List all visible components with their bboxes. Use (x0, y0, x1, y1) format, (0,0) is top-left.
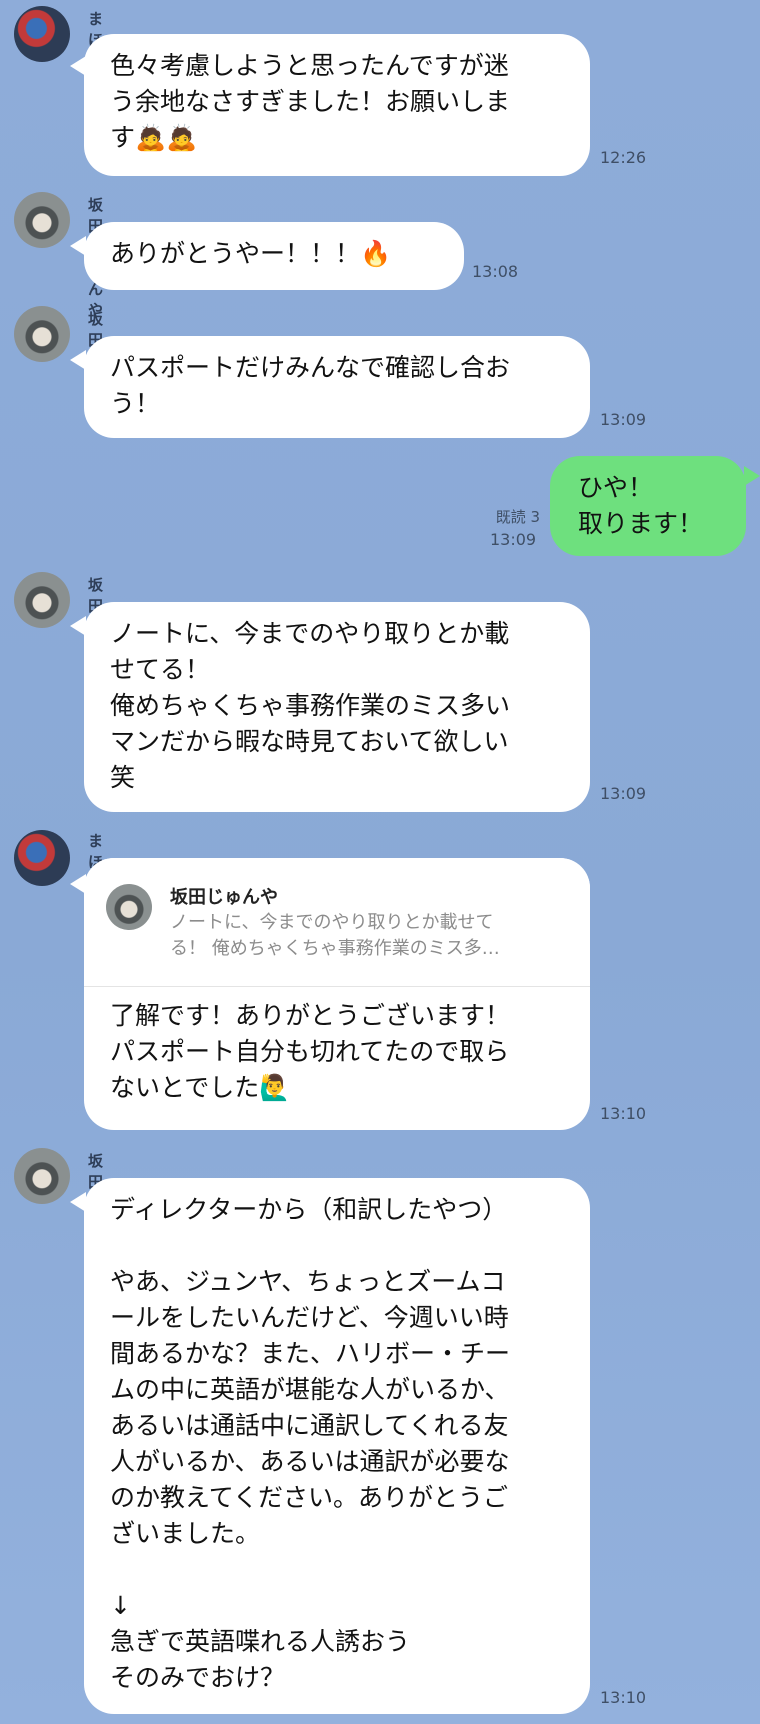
timestamp: 13:09 (600, 784, 647, 803)
timestamp: 13:10 (600, 1688, 647, 1707)
timestamp: 12:26 (600, 148, 647, 167)
reply-bubble[interactable]: 坂田じゅんや ノートに、今までのやり取りとか載せて る！ 俺めちゃくちゃ事務作業… (84, 858, 590, 1130)
message-bubble[interactable]: パスポートだけみんなで確認し合お う！ (84, 336, 590, 438)
quoted-text: ノートに、今までのやり取りとか載せて る！ 俺めちゃくちゃ事務作業のミス多… (170, 912, 500, 959)
timestamp: 13:09 (490, 530, 537, 549)
avatar[interactable] (14, 306, 70, 362)
message-bubble[interactable]: ありがとうやー！！！🔥 (84, 222, 464, 290)
message-bubble[interactable]: ディレクターから（和訳したやつ） やあ、ジュンヤ、ちょっとズームコ ールをしたい… (84, 1178, 590, 1714)
quoted-message[interactable]: 坂田じゅんや ノートに、今までのやり取りとか載せて る！ 俺めちゃくちゃ事務作業… (84, 858, 590, 987)
avatar[interactable] (14, 830, 70, 886)
timestamp: 13:10 (600, 1104, 647, 1123)
quoted-avatar (106, 884, 152, 930)
bubble-tail (744, 466, 760, 486)
read-receipt: 既読 3 (495, 508, 540, 526)
message-bubble[interactable]: ひや！ 取ります！ (550, 456, 746, 556)
message-bubble[interactable]: ノートに、今までのやり取りとか載 せてる！ 俺めちゃくちゃ事務作業のミス多い マ… (84, 602, 590, 812)
avatar[interactable] (14, 6, 70, 62)
timestamp: 13:09 (600, 410, 647, 429)
message-text: 了解です！ありがとうございます！ パスポート自分も切れてたので取ら ないとでした… (110, 1001, 511, 1102)
message-bubble[interactable]: 色々考慮しようと思ったんですが迷 う余地なさすぎました！お願いしま す🙇🙇 (84, 34, 590, 176)
avatar[interactable] (14, 1148, 70, 1204)
avatar[interactable] (14, 572, 70, 628)
timestamp: 13:08 (472, 262, 519, 281)
avatar[interactable] (14, 192, 70, 248)
